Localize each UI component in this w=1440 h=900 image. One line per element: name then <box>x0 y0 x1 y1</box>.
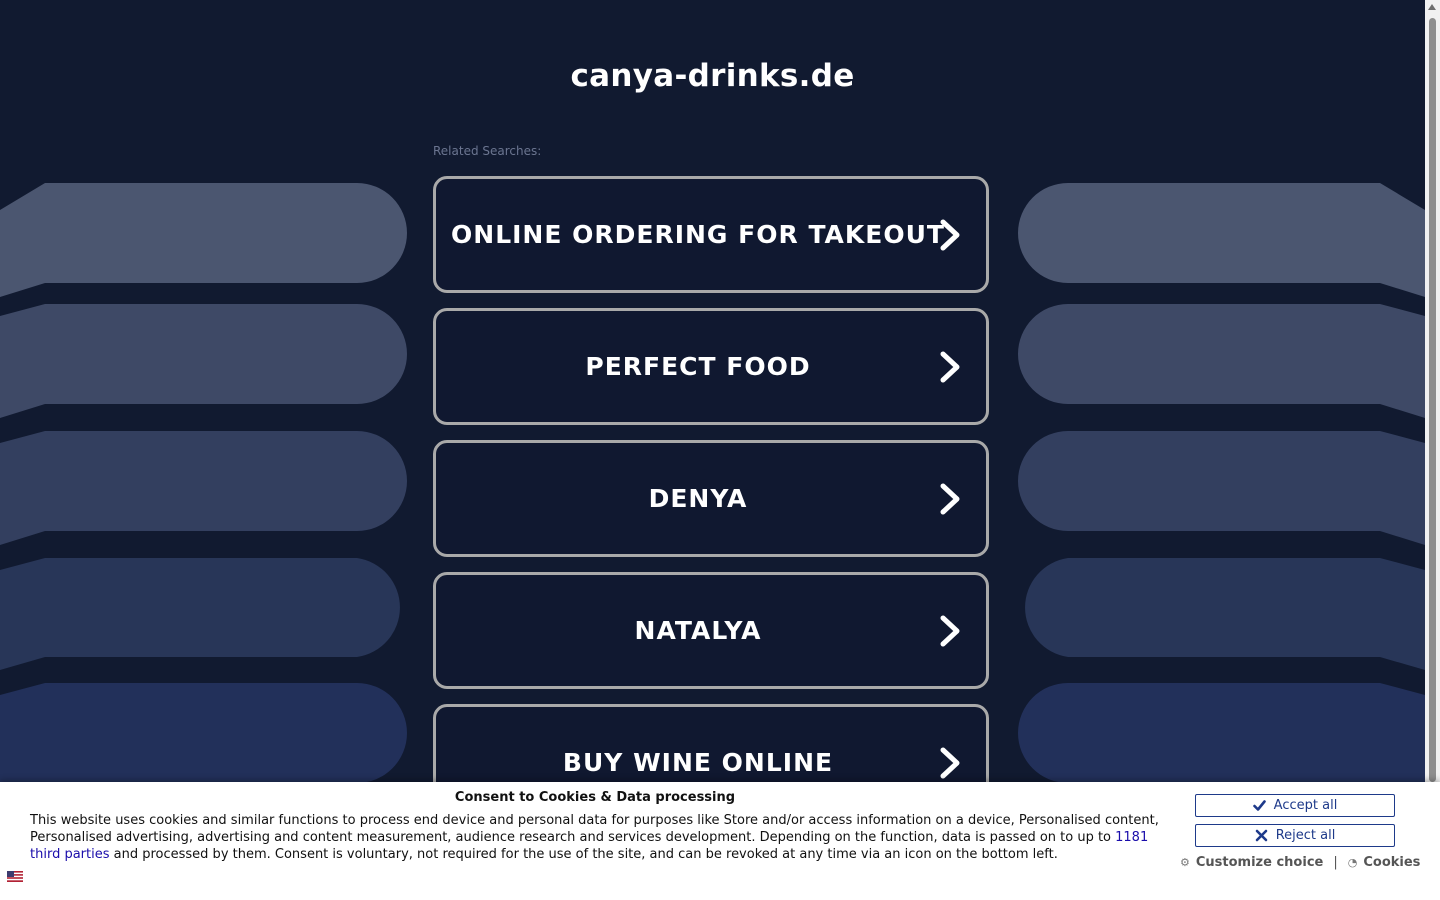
scroll-up-arrow-icon[interactable] <box>1428 4 1436 10</box>
chevron-right-icon <box>940 219 960 250</box>
reject-all-button[interactable]: Reject all <box>1195 824 1395 847</box>
related-search-label: ONLINE ORDERING FOR TAKEOUT <box>451 220 945 249</box>
chevron-right-icon <box>940 747 960 778</box>
language-flag-icon[interactable] <box>7 871 23 882</box>
gear-icon: ⚙ <box>1180 856 1190 869</box>
customize-choice-link[interactable]: Customize choice <box>1196 855 1323 870</box>
decorative-left-shapes <box>0 183 407 795</box>
checkmark-icon <box>1252 800 1266 811</box>
accept-all-label: Accept all <box>1273 798 1338 813</box>
consent-title: Consent to Cookies & Data processing <box>454 790 736 805</box>
related-search-link[interactable]: PERFECT FOOD <box>433 308 989 425</box>
related-search-link[interactable]: NATALYA <box>433 572 989 689</box>
related-search-link[interactable]: ONLINE ORDERING FOR TAKEOUT <box>433 176 989 293</box>
consent-text-part1: This website uses cookies and similar fu… <box>30 813 1159 845</box>
close-icon <box>1255 829 1267 842</box>
related-searches-label: Related Searches: <box>433 144 542 158</box>
consent-secondary-links: ⚙ Customize choice | ◔ Cookies <box>1180 855 1420 870</box>
page-viewport: canya-drinks.de Related Searches: ONLINE… <box>0 0 1425 900</box>
cookie-consent-banner: Consent to Cookies & Data processing Thi… <box>0 782 1440 900</box>
related-search-label: PERFECT FOOD <box>585 352 811 381</box>
accept-all-button[interactable]: Accept all <box>1195 794 1395 817</box>
vertical-scrollbar[interactable] <box>1425 0 1440 900</box>
chevron-right-icon <box>940 483 960 514</box>
related-search-label: DENYA <box>648 484 748 513</box>
site-title: canya-drinks.de <box>570 58 855 94</box>
link-separator: | <box>1333 855 1338 870</box>
decorative-right-shapes <box>1018 183 1425 795</box>
related-search-link[interactable]: DENYA <box>433 440 989 557</box>
reject-all-label: Reject all <box>1275 828 1336 843</box>
cookies-link[interactable]: Cookies <box>1363 855 1420 870</box>
scrollbar-thumb[interactable] <box>1429 18 1436 782</box>
consent-text-part2: and processed by them. Consent is volunt… <box>109 847 1058 862</box>
related-search-label: NATALYA <box>634 616 762 645</box>
consent-description: This website uses cookies and similar fu… <box>30 812 1165 863</box>
cookie-icon: ◔ <box>1347 856 1358 869</box>
chevron-right-icon <box>940 351 960 382</box>
chevron-right-icon <box>940 615 960 646</box>
